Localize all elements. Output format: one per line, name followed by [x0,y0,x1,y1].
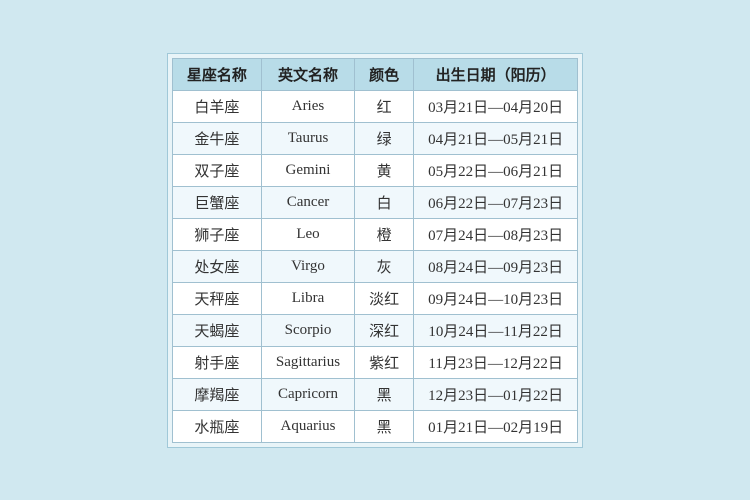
table-row: 巨蟹座Cancer白06月22日—07月23日 [172,186,577,218]
header-chinese-name: 星座名称 [172,58,261,90]
table-header-row: 星座名称 英文名称 颜色 出生日期（阳历） [172,58,577,90]
header-color: 颜色 [355,58,414,90]
cell-english-name: Virgo [261,250,354,282]
cell-english-name: Gemini [261,154,354,186]
cell-english-name: Libra [261,282,354,314]
table-row: 白羊座Aries红03月21日—04月20日 [172,90,577,122]
cell-chinese-name: 双子座 [172,154,261,186]
cell-dates: 10月24日—11月22日 [414,314,578,346]
table-row: 射手座Sagittarius紫红11月23日—12月22日 [172,346,577,378]
cell-chinese-name: 金牛座 [172,122,261,154]
cell-color: 灰 [355,250,414,282]
cell-dates: 03月21日—04月20日 [414,90,578,122]
zodiac-table-container: 星座名称 英文名称 颜色 出生日期（阳历） 白羊座Aries红03月21日—04… [167,53,583,448]
cell-english-name: Scorpio [261,314,354,346]
cell-dates: 09月24日—10月23日 [414,282,578,314]
cell-english-name: Taurus [261,122,354,154]
table-body: 白羊座Aries红03月21日—04月20日金牛座Taurus绿04月21日—0… [172,90,577,442]
cell-color: 黑 [355,378,414,410]
cell-dates: 04月21日—05月21日 [414,122,578,154]
cell-english-name: Capricorn [261,378,354,410]
table-row: 金牛座Taurus绿04月21日—05月21日 [172,122,577,154]
cell-color: 绿 [355,122,414,154]
table-row: 水瓶座Aquarius黑01月21日—02月19日 [172,410,577,442]
cell-chinese-name: 巨蟹座 [172,186,261,218]
cell-english-name: Aries [261,90,354,122]
cell-dates: 12月23日—01月22日 [414,378,578,410]
cell-chinese-name: 摩羯座 [172,378,261,410]
table-row: 摩羯座Capricorn黑12月23日—01月22日 [172,378,577,410]
cell-color: 橙 [355,218,414,250]
cell-dates: 06月22日—07月23日 [414,186,578,218]
table-row: 处女座Virgo灰08月24日—09月23日 [172,250,577,282]
cell-color: 红 [355,90,414,122]
cell-dates: 07月24日—08月23日 [414,218,578,250]
cell-chinese-name: 处女座 [172,250,261,282]
cell-english-name: Leo [261,218,354,250]
cell-english-name: Aquarius [261,410,354,442]
cell-chinese-name: 狮子座 [172,218,261,250]
cell-dates: 08月24日—09月23日 [414,250,578,282]
cell-english-name: Sagittarius [261,346,354,378]
cell-chinese-name: 天蝎座 [172,314,261,346]
cell-chinese-name: 水瓶座 [172,410,261,442]
cell-dates: 01月21日—02月19日 [414,410,578,442]
cell-color: 黄 [355,154,414,186]
table-row: 天秤座Libra淡红09月24日—10月23日 [172,282,577,314]
cell-color: 淡红 [355,282,414,314]
table-row: 狮子座Leo橙07月24日—08月23日 [172,218,577,250]
cell-english-name: Cancer [261,186,354,218]
cell-color: 紫红 [355,346,414,378]
cell-color: 黑 [355,410,414,442]
cell-color: 白 [355,186,414,218]
cell-dates: 11月23日—12月22日 [414,346,578,378]
header-english-name: 英文名称 [261,58,354,90]
header-dates: 出生日期（阳历） [414,58,578,90]
cell-dates: 05月22日—06月21日 [414,154,578,186]
zodiac-table: 星座名称 英文名称 颜色 出生日期（阳历） 白羊座Aries红03月21日—04… [172,58,578,443]
cell-chinese-name: 天秤座 [172,282,261,314]
cell-color: 深红 [355,314,414,346]
cell-chinese-name: 射手座 [172,346,261,378]
cell-chinese-name: 白羊座 [172,90,261,122]
table-row: 双子座Gemini黄05月22日—06月21日 [172,154,577,186]
table-row: 天蝎座Scorpio深红10月24日—11月22日 [172,314,577,346]
